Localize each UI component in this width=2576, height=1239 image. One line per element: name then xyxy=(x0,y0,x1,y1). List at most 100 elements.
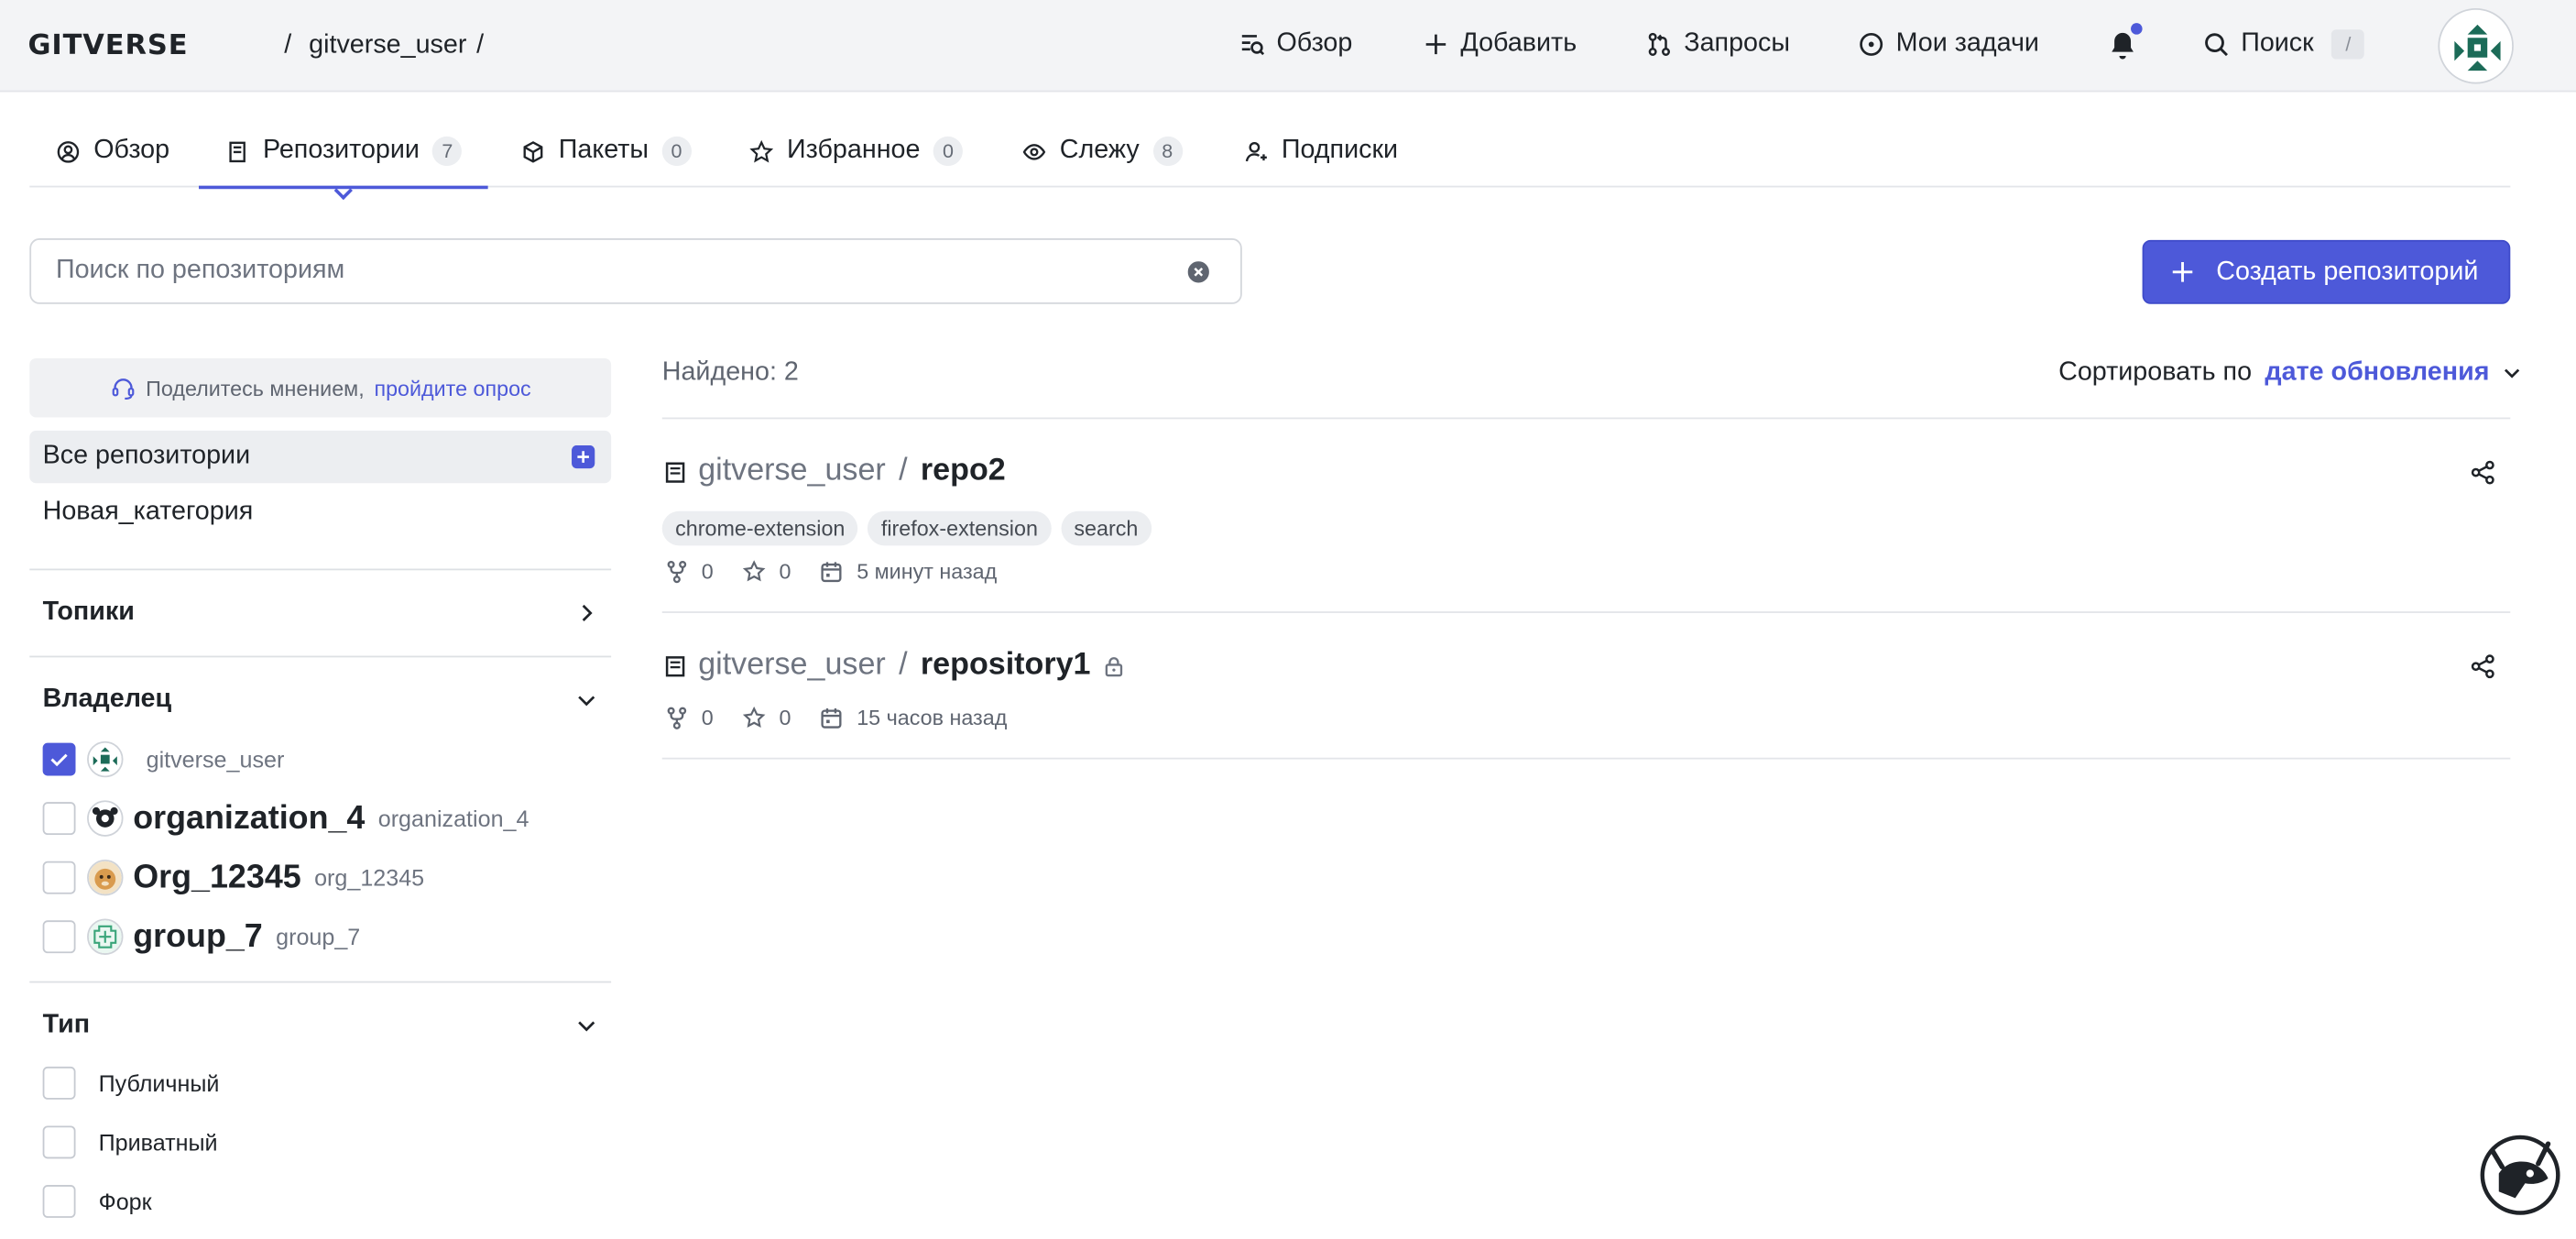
repo-owner-link[interactable]: gitverse_user xyxy=(698,454,886,489)
owner-login: gitverse_user xyxy=(146,746,285,773)
fork-count: 0 xyxy=(701,558,714,584)
owner-checkbox[interactable] xyxy=(42,920,76,954)
star-icon[interactable] xyxy=(743,706,766,729)
owner-avatar xyxy=(87,859,124,896)
repo-owner-link[interactable]: gitverse_user xyxy=(698,648,886,684)
owner-name: organization_4 xyxy=(133,799,366,836)
type-option-fork[interactable]: Форк xyxy=(42,1181,152,1221)
nav-requests-label: Запросы xyxy=(1684,29,1790,58)
breadcrumb-user[interactable]: gitverse_user xyxy=(309,29,466,62)
gitverse-logo[interactable]: GITVERSE xyxy=(27,29,274,59)
tab-packages[interactable]: Пакеты 0 xyxy=(521,115,692,188)
package-icon xyxy=(523,140,543,162)
chevron-down-icon xyxy=(578,696,595,707)
nav-requests[interactable]: Запросы xyxy=(1646,27,1790,62)
fork-icon xyxy=(667,560,687,583)
divider xyxy=(661,611,2511,613)
nav-my-tasks[interactable]: Мои задачи xyxy=(1858,27,2039,62)
category-new[interactable]: Новая_категория xyxy=(29,487,611,539)
tab-watching-count: 8 xyxy=(1152,136,1183,167)
create-repository-label: Создать репозиторий xyxy=(2216,257,2479,286)
lock-icon xyxy=(1105,656,1122,676)
filter-owner-header[interactable]: Владелец xyxy=(43,680,598,719)
tab-repositories[interactable]: Репозитории 7 xyxy=(198,115,489,201)
nav-add-label: Добавить xyxy=(1460,29,1577,58)
divider xyxy=(29,655,612,658)
type-checkbox[interactable] xyxy=(42,1125,76,1159)
clear-search-icon[interactable] xyxy=(1187,261,1209,283)
owner-avatar xyxy=(87,800,124,837)
pull-request-icon xyxy=(1648,32,1670,56)
star-icon[interactable] xyxy=(743,559,766,583)
chevron-down-icon xyxy=(578,1021,595,1032)
top-header: GITVERSE / gitverse_user / Обзор Добавит… xyxy=(0,0,2576,93)
tab-favorites-label: Избранное xyxy=(787,136,921,165)
owner-option-org-12345[interactable]: Org_12345 org_12345 xyxy=(42,858,424,897)
owner-checkbox[interactable] xyxy=(42,861,76,894)
filter-topics-header[interactable]: Топики xyxy=(43,593,598,632)
notification-dot xyxy=(2131,23,2143,35)
feedback-banner: Поделитесь мнением, пройдите опрос xyxy=(29,357,612,418)
notifications-bell-icon[interactable] xyxy=(2108,23,2143,62)
share-icon[interactable] xyxy=(2471,460,2495,485)
repo-name-link[interactable]: repo2 xyxy=(921,454,1006,489)
owner-option-organization-4[interactable]: organization_4 organization_4 xyxy=(42,799,529,839)
divider xyxy=(661,757,2511,760)
category-label: Все репозитории xyxy=(42,442,251,470)
breadcrumb-separator: / xyxy=(284,31,292,60)
profile-tabs: Обзор Репозитории 7 Пакеты 0 Избранное 0… xyxy=(29,115,2511,201)
tab-subscriptions[interactable]: Подписки xyxy=(1244,115,1398,188)
eye-icon xyxy=(1022,143,1046,159)
type-checkbox[interactable] xyxy=(42,1185,76,1218)
owner-checkbox[interactable] xyxy=(42,742,76,776)
nav-overview-label: Обзор xyxy=(1276,29,1353,58)
fork-icon xyxy=(667,706,687,729)
filter-type-header[interactable]: Тип xyxy=(43,1006,598,1046)
nav-overview[interactable]: Обзор xyxy=(1239,27,1352,62)
type-option-public[interactable]: Публичный xyxy=(42,1063,219,1102)
type-checkbox[interactable] xyxy=(42,1066,76,1100)
assistant-mascot-icon[interactable] xyxy=(2476,1127,2561,1216)
user-circle-icon xyxy=(57,140,80,162)
owner-option-gitverse-user[interactable]: gitverse_user xyxy=(42,740,285,779)
sort-label: Сортировать по xyxy=(2058,357,2253,387)
owner-checkbox[interactable] xyxy=(42,802,76,836)
search-icon xyxy=(2205,33,2228,57)
nav-add[interactable]: Добавить xyxy=(1423,27,1577,62)
topic-tag[interactable]: firefox-extension xyxy=(868,510,1052,546)
divider xyxy=(29,981,612,983)
repo-name-link[interactable]: repository1 xyxy=(921,648,1091,684)
nav-search[interactable]: Поиск / xyxy=(2203,27,2365,62)
divider xyxy=(29,568,612,571)
topic-tag[interactable]: chrome-extension xyxy=(661,510,858,546)
add-category-icon[interactable] xyxy=(572,445,595,469)
repo-icon xyxy=(665,461,685,482)
user-avatar-image xyxy=(2441,11,2513,82)
create-repository-button[interactable]: Создать репозиторий xyxy=(2142,239,2511,304)
repo-meta: 0 0 15 часов назад xyxy=(665,705,1036,729)
owner-option-group-7[interactable]: group_7 group_7 xyxy=(42,917,361,957)
feedback-text: Поделитесь мнением, xyxy=(146,375,365,400)
plus-icon xyxy=(2172,262,2193,282)
feedback-survey-link[interactable]: пройдите опрос xyxy=(374,376,530,400)
repo-search-input[interactable] xyxy=(55,239,1173,302)
tab-watching[interactable]: Слежу 8 xyxy=(1021,115,1183,188)
plus-icon xyxy=(1425,34,1446,55)
sort-dropdown[interactable]: дате обновления xyxy=(2265,358,2489,388)
user-avatar[interactable] xyxy=(2438,7,2514,84)
topic-tag[interactable]: search xyxy=(1061,510,1152,546)
tab-favorites-count: 0 xyxy=(933,136,964,167)
owner-login: organization_4 xyxy=(377,805,529,832)
tab-packages-count: 0 xyxy=(661,136,692,167)
category-all-repositories[interactable]: Все репозитории xyxy=(29,430,612,484)
sort-control: Сортировать по дате обновления xyxy=(2058,358,2522,388)
star-icon xyxy=(749,139,774,162)
repo-title-separator: / xyxy=(899,647,908,683)
tab-overview[interactable]: Обзор xyxy=(56,115,169,188)
type-option-private[interactable]: Приватный xyxy=(42,1123,218,1162)
overview-icon xyxy=(1241,35,1265,56)
chevron-down-icon[interactable] xyxy=(2503,363,2523,383)
tab-favorites[interactable]: Избранное 0 xyxy=(749,115,964,188)
share-icon[interactable] xyxy=(2471,654,2495,679)
owner-avatar xyxy=(87,740,124,778)
